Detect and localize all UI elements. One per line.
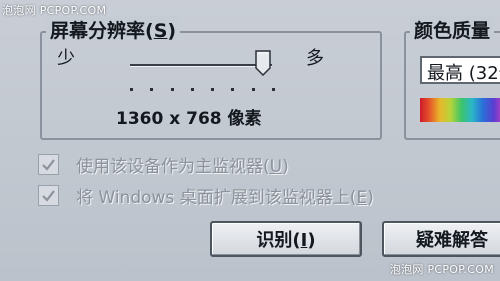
color-spectrum-bar [420,98,500,122]
slider-tick [271,88,275,91]
color-quality-select[interactable]: 最高 (32位) [420,56,500,84]
slider-tick [150,88,154,91]
check-icon [42,190,55,202]
resolution-legend: 屏幕分辨率(S) [46,16,181,43]
slider-tick [231,88,235,91]
slider-tick [190,88,194,91]
extend-desktop-checkbox[interactable] [38,185,59,206]
identify-button[interactable]: 识别(I) [210,221,362,257]
color-quality-value: 最高 (32位) [427,63,500,84]
slider-tick [130,88,133,91]
color-quality-legend: 颜色质量 [410,16,495,43]
resolution-slider[interactable] [130,64,272,67]
primary-monitor-label: 使用该设备作为主监视器(U) [76,157,289,177]
primary-monitor-checkbox[interactable] [38,154,59,175]
extend-desktop-option[interactable]: 将 Windows 桌面扩展到该监视器上(E) [38,183,374,208]
resolution-value: 1360 x 768 像素 [116,109,262,129]
slider-less-label: 少 [57,48,75,69]
slider-ticks [130,88,275,91]
resolution-legend-label: 屏幕分辨率 [50,20,146,42]
display-settings-panel: 泡泡网 PCPOP.COM 屏幕分辨率(S) 少 多 1360 x 768 像素… [0,0,500,281]
slider-tick [251,88,255,91]
extend-desktop-label: 将 Windows 桌面扩展到该监视器上(E) [76,188,374,208]
resolution-accel-key: S [153,20,168,42]
check-icon [42,159,55,171]
troubleshoot-button[interactable]: 疑难解答 [382,221,500,257]
slider-tick [170,88,174,91]
watermark-bottom: 泡泡网 PCPOP.COM [389,263,494,276]
slider-thumb-icon[interactable] [255,50,271,76]
primary-monitor-option[interactable]: 使用该设备作为主监视器(U) [38,152,289,177]
color-quality-group [404,31,500,140]
identify-button-label: 识别(I) [256,230,316,251]
slider-more-label: 多 [306,48,324,69]
slider-tick [211,88,215,91]
troubleshoot-button-label: 疑难解答 [416,230,488,251]
